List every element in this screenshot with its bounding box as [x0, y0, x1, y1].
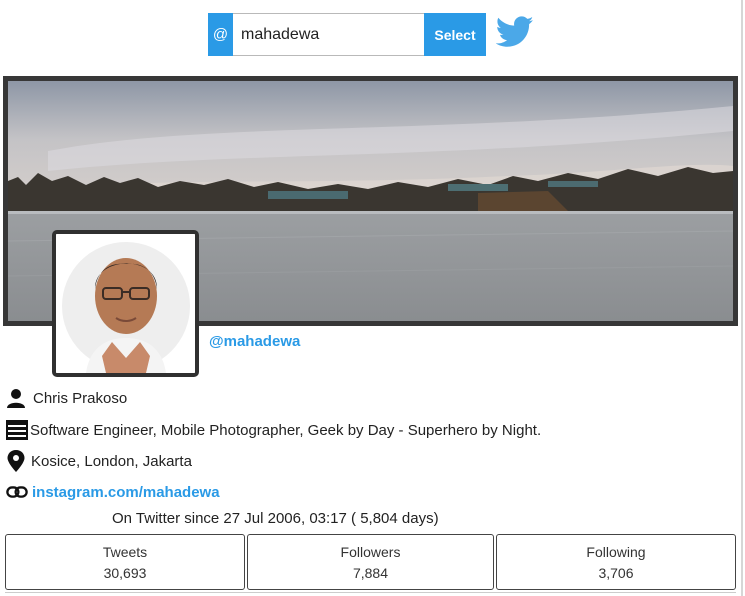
profile-website-link[interactable]: instagram.com/mahadewa — [32, 484, 220, 501]
following-stat[interactable]: Following 3,706 — [496, 534, 736, 590]
followers-count: 7,884 — [352, 565, 389, 581]
twitter-bird-icon[interactable] — [496, 16, 534, 48]
profile-name-row: Chris Prakoso — [6, 387, 127, 409]
avatar — [52, 230, 199, 377]
profile-website-row: instagram.com/mahadewa — [6, 481, 220, 503]
profile-name: Chris Prakoso — [33, 389, 128, 407]
page-edge-divider — [741, 0, 743, 596]
person-icon — [6, 387, 28, 409]
bottom-divider — [5, 592, 736, 593]
link-icon — [6, 481, 28, 503]
handle-input[interactable] — [233, 13, 424, 56]
map-pin-icon — [6, 450, 28, 472]
profile-location-row: Kosice, London, Jakarta — [6, 450, 192, 472]
tweets-label: Tweets — [102, 544, 148, 560]
profile-bio-row: Software Engineer, Mobile Photographer, … — [6, 419, 541, 441]
tweets-stat[interactable]: Tweets 30,693 — [5, 534, 245, 590]
list-icon — [6, 419, 28, 441]
at-prefix: @ — [208, 13, 233, 56]
followers-stat[interactable]: Followers 7,884 — [247, 534, 494, 590]
search-bar: @ Select — [208, 13, 486, 56]
tweets-count: 30,693 — [103, 565, 147, 581]
following-count: 3,706 — [598, 565, 634, 581]
profile-location: Kosice, London, Jakarta — [31, 452, 192, 470]
select-button[interactable]: Select — [424, 13, 486, 56]
following-label: Following — [586, 544, 646, 560]
on-twitter-since: On Twitter since 27 Jul 2006, 03:17 ( 5,… — [112, 510, 439, 527]
followers-label: Followers — [340, 544, 401, 560]
profile-bio: Software Engineer, Mobile Photographer, … — [30, 421, 542, 439]
profile-handle-link[interactable]: @mahadewa — [209, 333, 300, 350]
